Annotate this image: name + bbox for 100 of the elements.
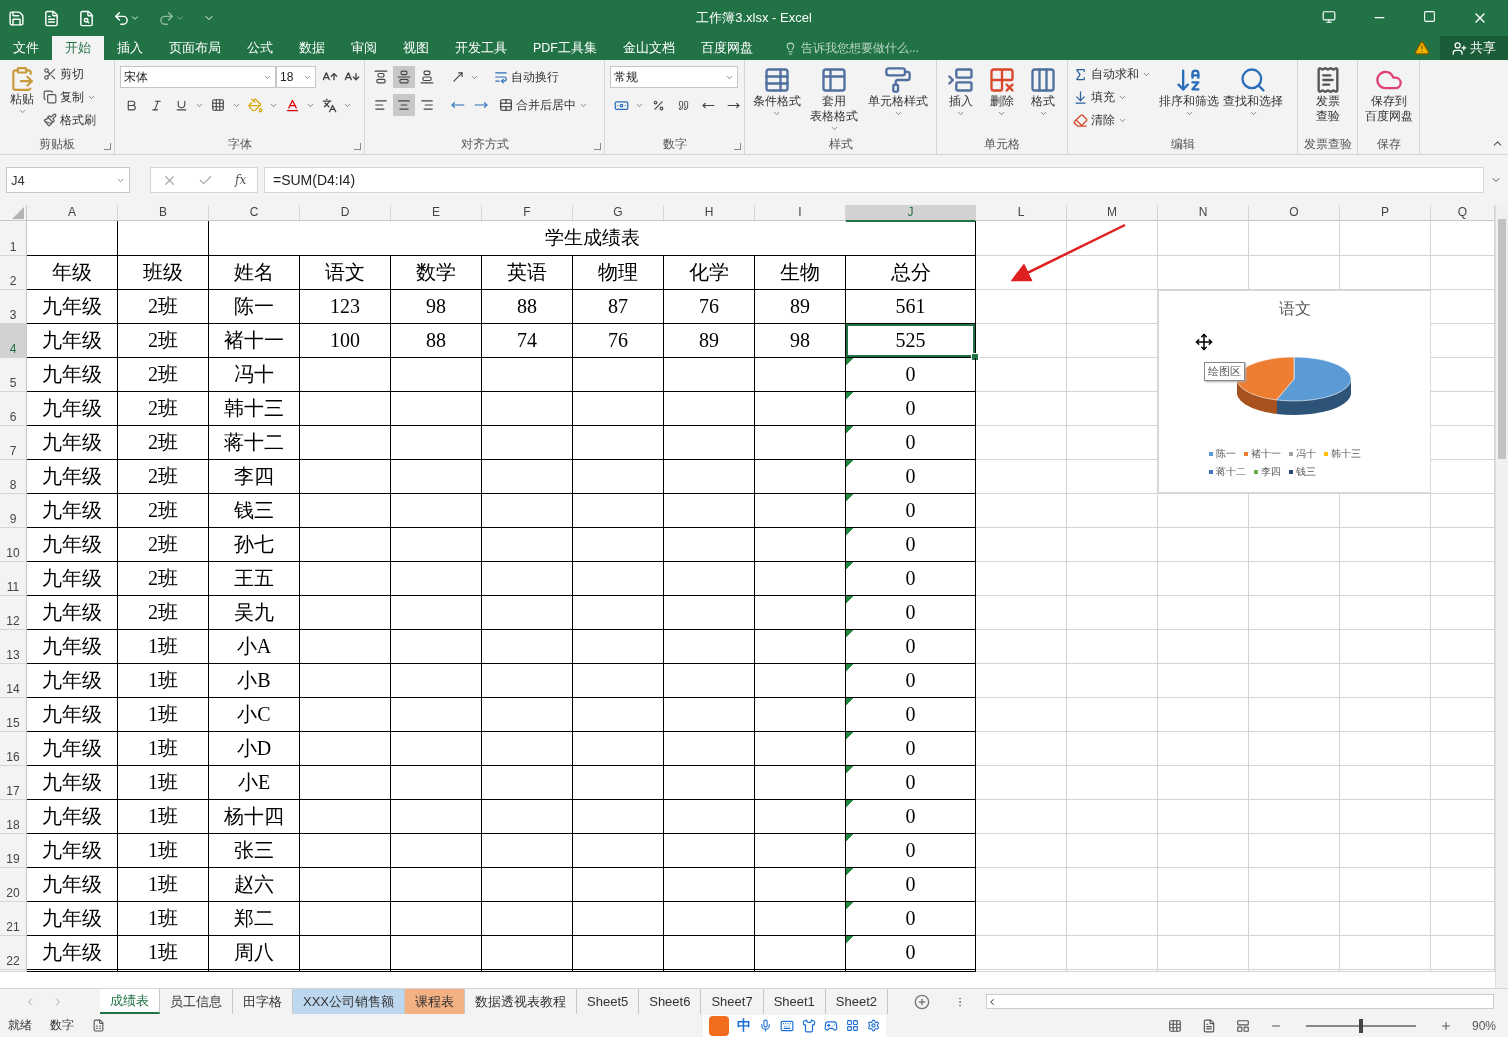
editing-button[interactable]: 清除: [1073, 110, 1151, 130]
ribbon-display-icon[interactable]: [1322, 10, 1336, 24]
undo-icon[interactable]: [113, 9, 130, 27]
column-header[interactable]: C: [209, 205, 300, 222]
tell-me-field[interactable]: 告诉我您想要做什么...: [801, 39, 919, 57]
table-cell[interactable]: 0: [846, 528, 976, 562]
save-icon[interactable]: [8, 9, 25, 27]
column-header[interactable]: D: [300, 205, 391, 222]
table-cell[interactable]: 0: [846, 936, 976, 970]
phonetic-icon[interactable]: [321, 97, 337, 113]
editing-button[interactable]: 自动求和: [1073, 64, 1151, 84]
table-cell[interactable]: 0: [846, 902, 976, 936]
row-header[interactable]: 11: [0, 562, 27, 596]
zoom-slider-thumb[interactable]: [1358, 1018, 1363, 1033]
launcher-icon[interactable]: [594, 143, 601, 150]
menu-tab[interactable]: 金山文档: [610, 36, 688, 60]
column-header[interactable]: N: [1158, 205, 1249, 222]
table-cell[interactable]: 0: [846, 494, 976, 528]
row-header[interactable]: 22: [0, 936, 27, 970]
column-header[interactable]: F: [482, 205, 573, 222]
table-cell[interactable]: 0: [846, 698, 976, 732]
page-layout-view-icon[interactable]: [1201, 1018, 1216, 1033]
column-header[interactable]: O: [1249, 205, 1340, 222]
row-header[interactable]: 8: [0, 460, 27, 494]
row-header[interactable]: 15: [0, 698, 27, 732]
table-cell[interactable]: 0: [846, 460, 976, 494]
warning-icon[interactable]: [1414, 40, 1430, 56]
menu-tab[interactable]: 开始: [52, 36, 104, 60]
row-header[interactable]: 13: [0, 630, 27, 664]
menu-tab[interactable]: PDF工具集: [520, 36, 610, 60]
column-header[interactable]: J: [846, 205, 976, 222]
invoice-button[interactable]: 发票 查验: [1313, 64, 1342, 124]
menu-tab[interactable]: 数据: [286, 36, 338, 60]
clipboard-button[interactable]: 复制: [43, 87, 96, 107]
share-button[interactable]: 共享: [1440, 36, 1508, 60]
cells-button[interactable]: 删除: [988, 64, 1016, 118]
menu-tab[interactable]: 审阅: [338, 36, 390, 60]
row-header[interactable]: 5: [0, 358, 27, 392]
launcher-icon[interactable]: [734, 143, 741, 150]
editing-button[interactable]: 查找和选择: [1223, 64, 1283, 118]
row-header[interactable]: 21: [0, 902, 27, 936]
zoom-in-icon[interactable]: [1439, 1019, 1452, 1032]
style-button[interactable]: 套用 表格格式: [810, 64, 859, 133]
font-color-icon[interactable]: [284, 97, 300, 113]
launcher-icon[interactable]: [354, 143, 361, 150]
row-header[interactable]: 2: [0, 256, 27, 290]
underline-icon[interactable]: [174, 98, 188, 112]
row-header[interactable]: 6: [0, 392, 27, 426]
table-cell[interactable]: 0: [846, 664, 976, 698]
cells-button[interactable]: 插入: [946, 64, 975, 118]
table-cell[interactable]: 0: [846, 732, 976, 766]
column-header[interactable]: L: [976, 205, 1067, 222]
menu-tab[interactable]: 百度网盘: [688, 36, 766, 60]
column-header[interactable]: B: [118, 205, 209, 222]
chart-panel[interactable]: 语文 绘图区 陈一 褚十一 冯十 韩十三 蒋十二 李四 钱三: [1158, 290, 1431, 493]
column-header[interactable]: P: [1340, 205, 1431, 222]
number-format-select[interactable]: 常规: [610, 66, 738, 88]
table-cell[interactable]: 0: [846, 800, 976, 834]
row-header[interactable]: 4: [0, 324, 27, 358]
table-cell[interactable]: 0: [846, 834, 976, 868]
menu-tab[interactable]: 文件: [0, 36, 52, 60]
redo-icon[interactable]: [158, 9, 175, 27]
settings-icon[interactable]: [867, 1019, 880, 1032]
align-button[interactable]: [393, 66, 415, 88]
add-sheet-icon[interactable]: [914, 993, 931, 1010]
row-header[interactable]: 17: [0, 766, 27, 800]
italic-icon[interactable]: [149, 98, 163, 112]
row-header[interactable]: 18: [0, 800, 27, 834]
style-button[interactable]: 条件格式: [752, 64, 801, 118]
row-header[interactable]: 7: [0, 426, 27, 460]
row-header[interactable]: 3: [0, 290, 27, 324]
table-cell[interactable]: 525: [846, 324, 976, 358]
row-header[interactable]: 20: [0, 868, 27, 902]
orientation-icon[interactable]: [451, 70, 465, 84]
menu-tab[interactable]: 插入: [104, 36, 156, 60]
save-to-cloud-button[interactable]: 保存到 百度网盘: [1364, 64, 1413, 124]
font-select[interactable]: 宋体: [120, 66, 276, 88]
sheet-tab[interactable]: XXX公司销售额: [293, 989, 405, 1014]
skin-icon[interactable]: [802, 1018, 816, 1033]
gamepad-icon[interactable]: [824, 1018, 838, 1033]
table-cell[interactable]: 0: [846, 562, 976, 596]
normal-view-icon[interactable]: [1167, 1018, 1182, 1033]
table-cell[interactable]: 0: [846, 358, 976, 392]
menu-tab[interactable]: 开发工具: [442, 36, 520, 60]
table-cell[interactable]: 0: [846, 868, 976, 902]
keyboard-icon[interactable]: [780, 1018, 794, 1033]
cells-button[interactable]: 格式: [1029, 64, 1058, 118]
menu-tab[interactable]: 视图: [390, 36, 442, 60]
editing-button[interactable]: 排序和筛选: [1159, 64, 1219, 118]
paste-button[interactable]: 粘贴: [5, 64, 39, 116]
clipboard-button[interactable]: 格式刷: [43, 110, 96, 130]
table-cell[interactable]: 0: [846, 630, 976, 664]
page-break-view-icon[interactable]: [1235, 1018, 1250, 1033]
vertical-scrollbar[interactable]: [1495, 205, 1508, 988]
column-header[interactable]: G: [573, 205, 664, 222]
row-header[interactable]: 19: [0, 834, 27, 868]
row-header[interactable]: 1: [0, 221, 27, 256]
preview-icon[interactable]: [78, 9, 95, 27]
fill-color-icon[interactable]: [247, 97, 263, 113]
column-header[interactable]: E: [391, 205, 482, 222]
